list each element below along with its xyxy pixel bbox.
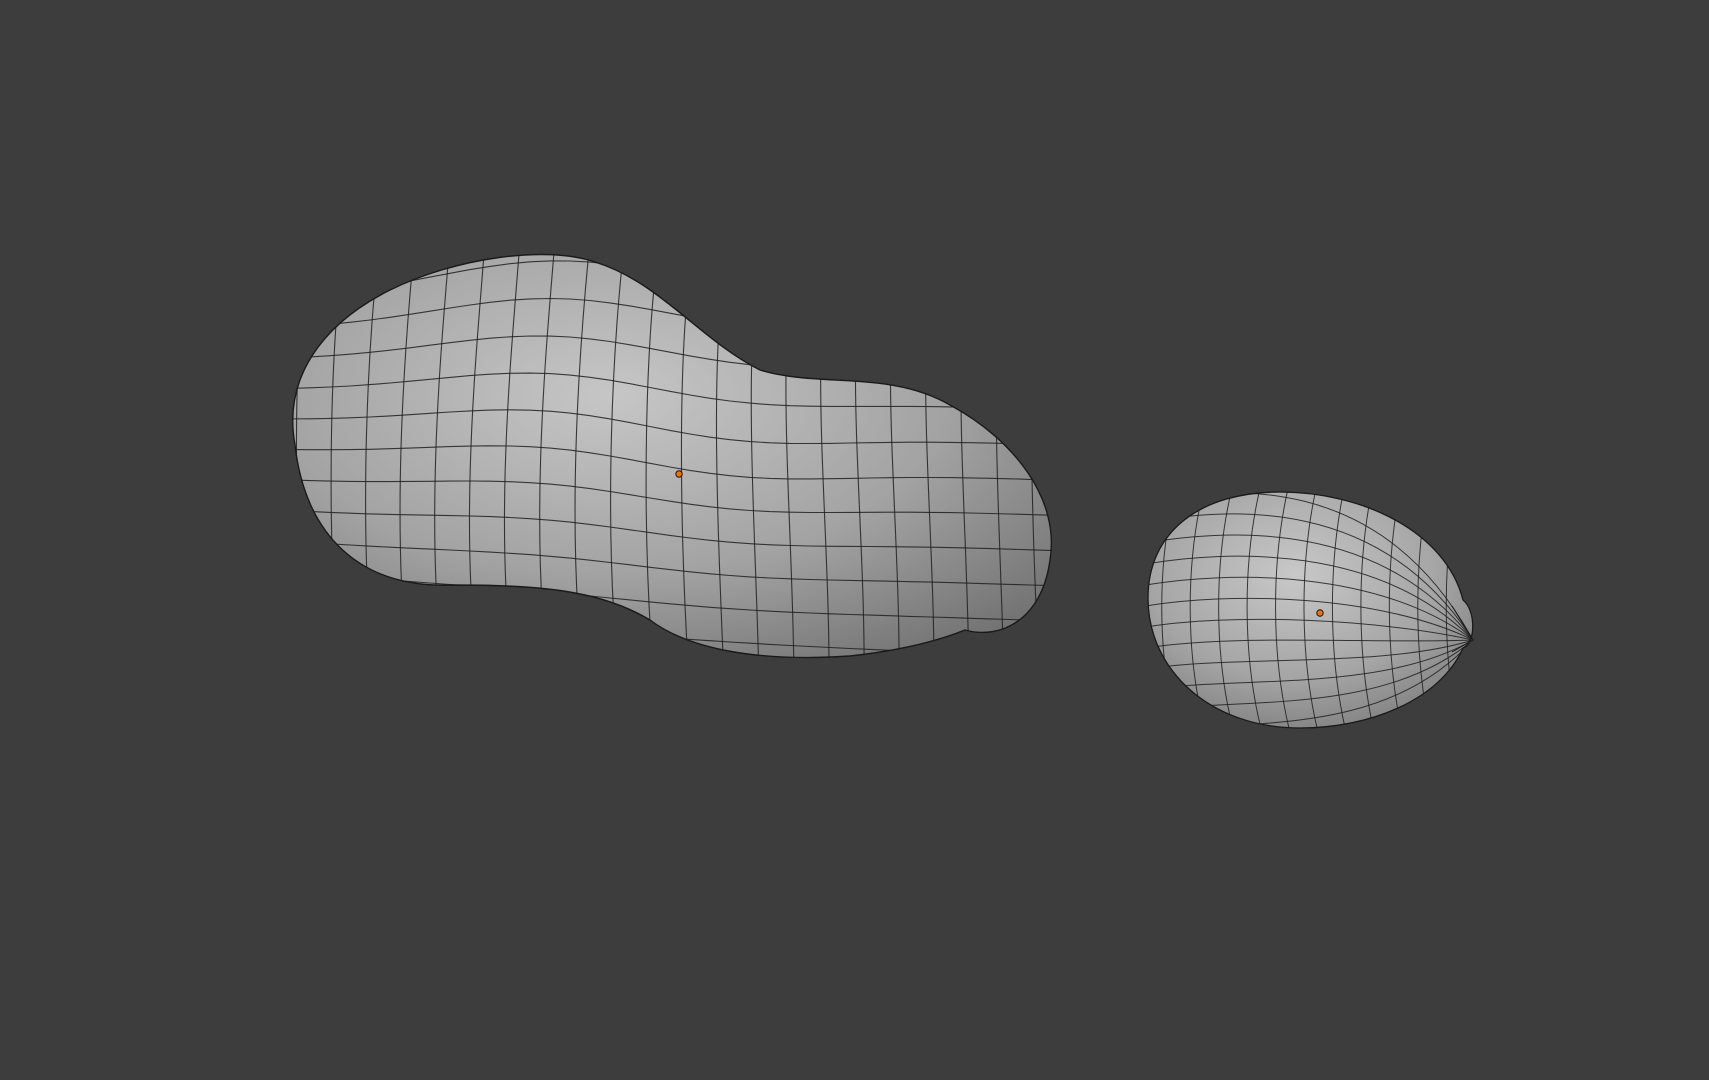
3d-viewport[interactable] (0, 0, 1709, 1080)
peanut-wire-ring (1030, 254, 1046, 658)
viewport-canvas[interactable] (0, 0, 1709, 1080)
peanut-wire-loop (292, 254, 1052, 270)
peanut-shell-mesh[interactable] (270, 223, 1070, 680)
peanut-seed-origin-dot[interactable] (1316, 609, 1324, 617)
peanut-seed-mesh[interactable] (1140, 480, 1474, 740)
peanut-shell-origin-dot[interactable] (675, 470, 683, 478)
